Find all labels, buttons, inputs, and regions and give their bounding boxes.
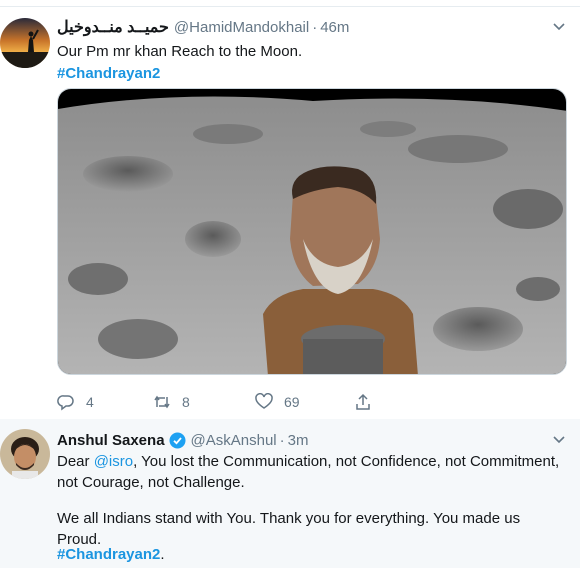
retweet-count: 8: [182, 394, 190, 410]
like-count: 69: [284, 394, 300, 410]
retweet-button[interactable]: 8: [153, 390, 190, 414]
tweet-header: حمیــد منــدوخیل @HamidMandokhail · 46m: [57, 16, 349, 38]
share-button[interactable]: [354, 390, 383, 414]
avatar[interactable]: [0, 18, 50, 68]
separator-dot: ·: [279, 431, 285, 449]
tweet-actions: 4 8 69: [57, 390, 417, 414]
avatar[interactable]: [0, 429, 50, 479]
share-icon: [356, 393, 370, 410]
tweet-image[interactable]: [57, 88, 567, 375]
text-segment: Dear: [57, 453, 94, 470]
verified-badge-icon: [169, 432, 186, 448]
text-segment: .: [160, 546, 165, 563]
tweet-header: Anshul Saxena @AskAnshul · 3m: [57, 429, 309, 451]
chevron-down-icon[interactable]: [552, 435, 566, 445]
tweet-text-line: not Courage, not Challenge.: [57, 474, 245, 491]
user-handle[interactable]: @HamidMandokhail: [174, 19, 309, 36]
mention-link[interactable]: @isro: [94, 453, 133, 470]
timestamp[interactable]: 46m: [320, 19, 349, 36]
like-button[interactable]: 69: [255, 390, 300, 414]
tweet[interactable]: Anshul Saxena @AskAnshul · 3m Dear @isro…: [0, 419, 580, 568]
tweet-text-line: Dear @isro, You lost the Communication, …: [57, 451, 567, 472]
display-name[interactable]: حمیــد منــدوخیل: [57, 17, 169, 37]
text-segment: , You lost the Communication, not Confid…: [133, 453, 560, 470]
hashtag-link[interactable]: #Chandrayan2: [57, 65, 160, 82]
separator-dot: ·: [312, 18, 318, 36]
hashtag-line: #Chandrayan2.: [57, 544, 567, 565]
hashtag-link[interactable]: #Chandrayan2: [57, 546, 160, 563]
heart-icon: [255, 393, 273, 409]
reply-button[interactable]: 4: [57, 390, 94, 414]
reply-count: 4: [86, 394, 94, 410]
timestamp[interactable]: 3m: [288, 432, 309, 449]
reply-icon: [57, 395, 74, 411]
display-name[interactable]: Anshul Saxena: [57, 432, 165, 449]
retweet-icon: [154, 395, 170, 409]
user-handle[interactable]: @AskAnshul: [191, 432, 277, 449]
hashtag-line: #Chandrayan2: [57, 63, 567, 84]
chevron-down-icon[interactable]: [552, 22, 566, 32]
tweet[interactable]: حمیــد منــدوخیل @HamidMandokhail · 46m …: [0, 6, 580, 424]
tweet-text: Our Pm mr khan Reach to the Moon.: [57, 43, 303, 60]
